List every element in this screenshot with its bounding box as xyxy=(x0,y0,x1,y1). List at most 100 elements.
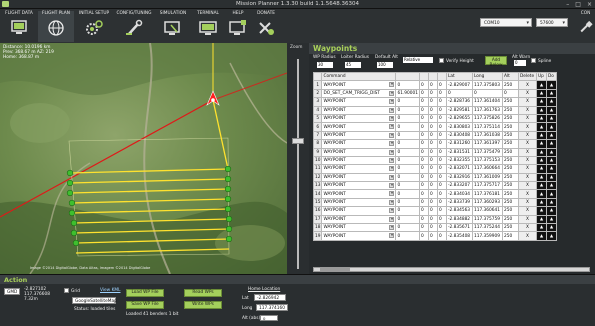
row-param4[interactable]: 0 xyxy=(436,172,447,183)
baud-select[interactable]: 57600 ▾ xyxy=(536,18,568,27)
do-action-button[interactable]: ▲ xyxy=(545,189,557,199)
row-param3[interactable]: 0 xyxy=(427,231,438,241)
row-command[interactable]: WAYPOINT ▾ xyxy=(321,97,397,107)
row-alt[interactable]: 250 xyxy=(501,189,519,199)
move-up-button[interactable]: ▲ xyxy=(535,147,547,157)
row-alt[interactable]: 250 xyxy=(501,164,519,174)
row-long[interactable]: 117.361038 xyxy=(471,130,503,141)
row-lat[interactable]: -2.835671 xyxy=(445,223,473,233)
row-alt[interactable]: 250 xyxy=(501,130,519,141)
map-provider-select[interactable]: GoogleSatelliteMap xyxy=(72,297,117,304)
chevron-down-icon[interactable]: ▾ xyxy=(389,141,395,147)
row-param3[interactable]: 0 xyxy=(427,139,438,149)
row-alt[interactable]: 250 xyxy=(501,105,519,115)
row-alt[interactable]: 250 xyxy=(501,197,519,208)
mode-select[interactable]: GMD xyxy=(4,288,20,295)
chevron-down-icon[interactable]: ▾ xyxy=(389,183,395,189)
row-param1[interactable]: 0 xyxy=(395,80,420,90)
chevron-down-icon[interactable]: ▾ xyxy=(389,132,395,138)
row-command[interactable]: WAYPOINT ▾ xyxy=(321,223,397,233)
delete-row-button[interactable]: X xyxy=(517,189,537,199)
delete-row-button[interactable]: X xyxy=(517,105,537,115)
minimize-button[interactable]: – xyxy=(566,1,569,8)
row-param3[interactable]: 0 xyxy=(427,97,438,107)
row-param2[interactable]: 0 xyxy=(418,139,429,149)
row-lat[interactable]: -2.833207 xyxy=(445,181,473,191)
chevron-down-icon[interactable]: ▾ xyxy=(389,208,395,214)
row-lat[interactable]: -2.834034 xyxy=(445,189,473,199)
do-action-button[interactable]: ▲ xyxy=(545,231,557,241)
row-param1[interactable]: 0 xyxy=(395,197,420,208)
row-param2[interactable]: 0 xyxy=(418,197,429,208)
row-param3[interactable]: 0 xyxy=(427,122,438,132)
row-lat[interactable]: -2.833739 xyxy=(445,197,473,208)
row-long[interactable]: 117.361009 xyxy=(471,172,503,183)
row-lat[interactable]: -2.834563 xyxy=(445,206,473,216)
row-lat[interactable]: -2.832916 xyxy=(445,172,473,183)
chevron-down-icon[interactable]: ▾ xyxy=(389,166,395,172)
home-alt-input[interactable]: 0 xyxy=(260,315,278,321)
chevron-down-icon[interactable]: ▾ xyxy=(389,157,395,163)
delete-row-button[interactable]: X xyxy=(517,147,537,157)
do-action-button[interactable]: ▲ xyxy=(545,130,557,141)
row-param4[interactable]: 0 xyxy=(436,130,447,141)
menu-flight-data[interactable]: FLIGHT DATA xyxy=(2,11,36,42)
move-up-button[interactable]: ▲ xyxy=(535,223,547,233)
table-row[interactable]: 15 WAYPOINT ▾ 0 0 0 0 -2.833739 117.360293 250 X ▲ ▲ xyxy=(312,197,557,208)
row-param1[interactable]: 0 xyxy=(395,105,420,115)
row-param2[interactable]: 0 xyxy=(418,223,429,233)
row-param2[interactable]: 0 xyxy=(418,172,429,183)
row-lat[interactable]: -2.831531 xyxy=(445,147,473,157)
move-up-button[interactable]: ▲ xyxy=(535,231,547,241)
row-param2[interactable]: 0 xyxy=(418,80,429,90)
table-row[interactable]: 16 WAYPOINT ▾ 0 0 0 0 -2.834563 117.360641 250 X ▲ ▲ xyxy=(312,206,557,216)
menu-flight-plan[interactable]: FLIGHT PLAN xyxy=(38,11,74,42)
do-action-button[interactable]: ▲ xyxy=(545,206,557,216)
do-action-button[interactable]: ▲ xyxy=(545,214,557,225)
delete-row-button[interactable]: X xyxy=(517,88,537,99)
row-param1[interactable]: 0 xyxy=(395,164,420,174)
row-param2[interactable]: 0 xyxy=(418,214,429,225)
move-up-button[interactable]: ▲ xyxy=(535,130,547,141)
row-param2[interactable]: 0 xyxy=(418,113,429,124)
row-param4[interactable]: 0 xyxy=(436,97,447,107)
row-lat[interactable]: -2.830408 xyxy=(445,130,473,141)
table-row[interactable]: 7 WAYPOINT ▾ 0 0 0 0 -2.830408 117.361038 250 X ▲ ▲ xyxy=(312,130,557,141)
move-up-button[interactable]: ▲ xyxy=(535,197,547,208)
delete-row-button[interactable]: X xyxy=(517,223,537,233)
row-param3[interactable]: 0 xyxy=(427,155,438,166)
row-param1[interactable]: 0 xyxy=(395,113,420,124)
row-long[interactable]: 117.360664 xyxy=(471,164,503,174)
do-action-button[interactable]: ▲ xyxy=(545,80,557,90)
move-up-button[interactable]: ▲ xyxy=(535,181,547,191)
delete-row-button[interactable]: X xyxy=(517,164,537,174)
row-lat[interactable]: -2.829007 xyxy=(445,80,473,90)
do-action-button[interactable]: ▲ xyxy=(545,155,557,166)
row-param4[interactable]: 0 xyxy=(436,113,447,124)
row-param4[interactable]: 0 xyxy=(436,189,447,199)
row-alt[interactable]: 250 xyxy=(501,231,519,241)
move-up-button[interactable]: ▲ xyxy=(535,97,547,107)
delete-row-button[interactable]: X xyxy=(517,122,537,132)
row-alt[interactable]: 250 xyxy=(501,214,519,225)
read-wps-button[interactable]: Read WPs xyxy=(184,289,222,297)
row-param3[interactable]: 0 xyxy=(427,197,438,208)
row-alt[interactable]: 250 xyxy=(501,172,519,183)
row-param4[interactable]: 0 xyxy=(436,155,447,166)
row-param4[interactable]: 0 xyxy=(436,214,447,225)
row-command[interactable]: WAYPOINT ▾ xyxy=(321,231,397,241)
row-param2[interactable]: 0 xyxy=(418,189,429,199)
do-action-button[interactable]: ▲ xyxy=(545,122,557,132)
row-param2[interactable]: 0 xyxy=(418,164,429,174)
chevron-down-icon[interactable]: ▾ xyxy=(389,107,395,113)
row-long[interactable]: 117.360293 xyxy=(471,197,503,208)
table-row[interactable]: 11 WAYPOINT ▾ 0 0 0 0 -2.832071 117.360664 250 X ▲ ▲ xyxy=(312,164,557,174)
delete-row-button[interactable]: X xyxy=(517,80,537,90)
close-button[interactable]: × xyxy=(587,1,592,8)
add-below-button[interactable]: Add Below xyxy=(485,56,507,68)
row-param3[interactable]: 0 xyxy=(427,223,438,233)
move-up-button[interactable]: ▲ xyxy=(535,105,547,115)
row-command[interactable]: WAYPOINT ▾ xyxy=(321,139,397,149)
zoom-slider-track[interactable] xyxy=(297,59,299,269)
row-param3[interactable]: 0 xyxy=(427,181,438,191)
